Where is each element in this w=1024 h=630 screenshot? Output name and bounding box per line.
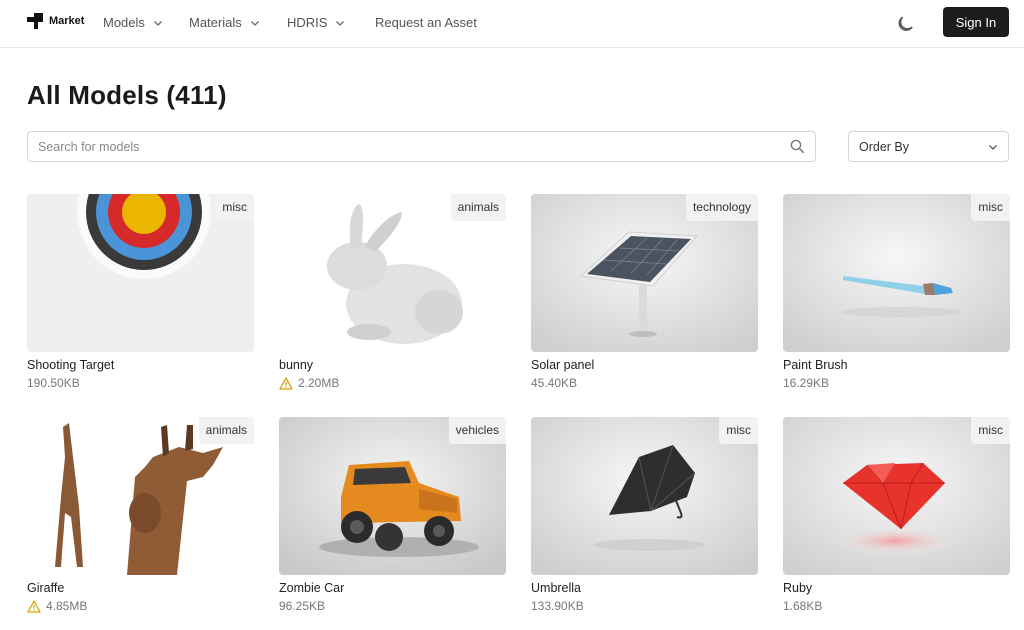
model-name: Giraffe xyxy=(27,581,65,595)
model-size: 133.90KB xyxy=(531,599,584,613)
chevron-down-icon xyxy=(250,20,259,26)
model-name: Shooting Target xyxy=(27,358,115,372)
model-thumbnail[interactable]: animals xyxy=(279,194,506,352)
search-input[interactable] xyxy=(28,132,768,161)
model-size: 16.29KB xyxy=(783,376,830,390)
model-size: 2.20MB xyxy=(298,376,340,390)
model-thumbnail[interactable]: misc xyxy=(531,417,758,575)
category-tag: misc xyxy=(215,194,254,221)
sign-in-button[interactable]: Sign In xyxy=(943,7,1009,37)
category-tag: misc xyxy=(719,417,758,444)
chevron-down-icon xyxy=(153,20,162,26)
model-card[interactable]: misc Ruby 1.68KB xyxy=(783,417,1010,614)
nav-item-models[interactable]: Models xyxy=(103,15,163,30)
model-meta: 45.40KB xyxy=(531,375,758,391)
brand-name: Market xyxy=(49,15,85,27)
model-thumbnail[interactable]: misc xyxy=(783,417,1010,575)
model-card[interactable]: animals bunny 2.20MB xyxy=(279,194,506,391)
model-name: Umbrella xyxy=(531,581,582,595)
category-tag: misc xyxy=(971,417,1010,444)
model-card[interactable]: technology Solar panel 45.40KB xyxy=(531,194,758,391)
model-meta: 133.90KB xyxy=(531,598,758,614)
model-thumbnail[interactable]: technology xyxy=(531,194,758,352)
nav-item-label: Request an Asset xyxy=(375,15,477,30)
model-name: Paint Brush xyxy=(783,358,848,372)
brand-logo[interactable]: Market xyxy=(27,13,84,29)
nav-item-request-asset[interactable]: Request an Asset xyxy=(375,15,477,30)
model-thumbnail[interactable]: misc xyxy=(27,194,254,352)
chevron-down-icon xyxy=(989,145,997,150)
model-size: 190.50KB xyxy=(27,376,80,390)
moon-icon[interactable] xyxy=(896,12,918,34)
search-icon[interactable] xyxy=(790,139,805,154)
category-tag: animals xyxy=(198,417,254,444)
model-name: Zombie Car xyxy=(279,581,345,595)
model-size: 45.40KB xyxy=(531,376,578,390)
model-meta: 2.20MB xyxy=(279,375,506,391)
category-tag: misc xyxy=(971,194,1010,221)
model-meta: 190.50KB xyxy=(27,375,254,391)
model-meta: 16.29KB xyxy=(783,375,1010,391)
model-size: 96.25KB xyxy=(279,599,326,613)
model-meta: 4.85MB xyxy=(27,598,254,614)
warning-icon xyxy=(27,599,41,613)
category-tag: animals xyxy=(450,194,506,221)
model-name: Solar panel xyxy=(531,358,595,372)
model-meta: 96.25KB xyxy=(279,598,506,614)
model-size: 4.85MB xyxy=(46,599,88,613)
page-title: All Models (411) xyxy=(27,80,227,110)
model-card[interactable]: misc Paint Brush 16.29KB xyxy=(783,194,1010,391)
order-by-label: Order By xyxy=(859,139,910,154)
model-thumbnail[interactable]: animals xyxy=(27,417,254,575)
category-tag: vehicles xyxy=(448,417,506,444)
category-tag: technology xyxy=(685,194,758,221)
nav-item-label: Materials xyxy=(189,15,242,30)
nav-item-label: HDRIS xyxy=(287,15,328,30)
model-meta: 1.68KB xyxy=(783,598,1010,614)
warning-icon xyxy=(279,376,293,390)
nav-item-materials[interactable]: Materials xyxy=(189,15,260,30)
model-card[interactable]: misc Shooting Target 190.50KB xyxy=(27,194,254,391)
model-thumbnail[interactable]: misc xyxy=(783,194,1010,352)
nav-item-hdris[interactable]: HDRIS xyxy=(287,15,345,30)
chevron-down-icon xyxy=(336,20,345,26)
nav-item-label: Models xyxy=(103,15,145,30)
model-card[interactable]: animals Giraffe 4.85MB xyxy=(27,417,254,614)
order-by-select[interactable]: Order By xyxy=(848,131,1009,162)
market-logo-icon xyxy=(27,13,43,29)
model-name: Ruby xyxy=(783,581,813,595)
model-card[interactable]: vehicles Zombie Car 96.25KB xyxy=(279,417,506,614)
top-nav: Market Models Materials HDRIS Request an… xyxy=(0,0,1024,48)
model-name: bunny xyxy=(279,358,314,372)
model-card[interactable]: misc Umbrella 133.90KB xyxy=(531,417,758,614)
model-size: 1.68KB xyxy=(783,599,823,613)
search-box xyxy=(27,131,816,162)
model-thumbnail[interactable]: vehicles xyxy=(279,417,506,575)
